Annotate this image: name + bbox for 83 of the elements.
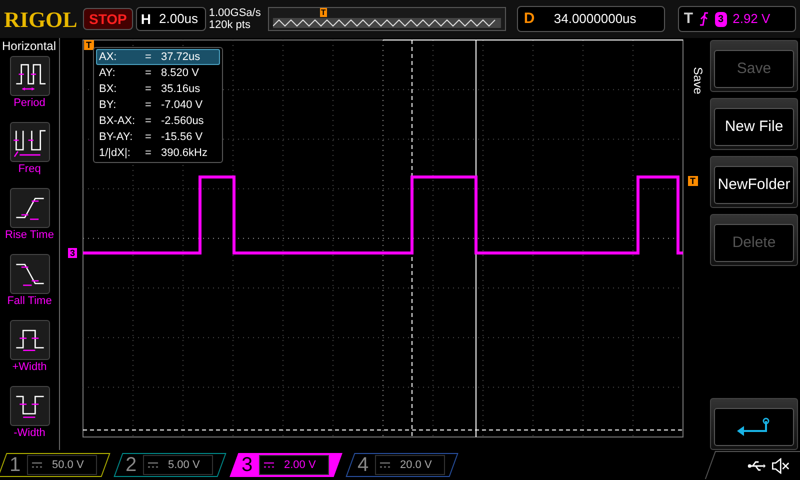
readout-label: BX-AX: [99, 114, 136, 128]
run-status[interactable]: STOP [83, 8, 133, 30]
readout-label: AY: [99, 66, 116, 80]
usb-icon [748, 460, 766, 470]
channel-marker: 3 [68, 248, 78, 258]
delay-display[interactable]: D 34.0000000us [516, 6, 665, 32]
readout-value: 35.16us [161, 82, 200, 96]
readout-row[interactable]: 1/|dX|: = 390.6kHz [96, 145, 220, 161]
measure-button[interactable] [10, 122, 50, 162]
readout-equals: = [145, 114, 152, 128]
readout-equals: = [145, 146, 152, 160]
channel-scale: 50.0 V [52, 458, 84, 473]
return-arrow-icon [736, 417, 772, 437]
menu-title: Horizontal [1, 38, 56, 54]
readout-value: 390.6kHz [161, 146, 208, 160]
readout-row[interactable]: AY: = 8.520 V [96, 65, 220, 81]
measure-button[interactable] [10, 188, 50, 228]
timebase-display[interactable]: H 2.00us [136, 7, 206, 31]
trigger-label: T [684, 8, 694, 29]
readout-label: BX: [99, 82, 118, 96]
dc-coupling-icon [380, 462, 390, 468]
channel-tab[interactable]: 2 5.00 V [114, 453, 226, 477]
readout-equals: = [145, 82, 152, 96]
channel-tab[interactable]: 3 2.00 V [230, 453, 342, 477]
measure-label: -Width [14, 426, 46, 440]
trigger-level-marker: T [688, 176, 698, 186]
readout-label: 1/|dX|: [99, 146, 132, 160]
measure-label: Rise Time [5, 228, 54, 242]
readout-equals: = [145, 130, 152, 144]
trigger-display[interactable]: T 3 2.92 V [678, 6, 796, 32]
brand-logo: RIGOL [4, 6, 78, 34]
delay-value: 34.0000000us [554, 10, 636, 28]
readout-equals: = [145, 50, 152, 64]
channel-scale: 20.0 V [400, 458, 432, 473]
measure-label: Freq [18, 162, 41, 176]
measure-button[interactable] [10, 386, 50, 426]
trigger-position-marker: T [84, 40, 94, 50]
back-button[interactable] [714, 408, 794, 446]
measure-button[interactable] [10, 254, 50, 294]
speaker-muted-icon [772, 458, 790, 474]
readout-value: -7.040 V [161, 98, 203, 112]
measure-label: Fall Time [7, 294, 52, 308]
dc-coupling-icon [32, 462, 42, 468]
channel-number: 2 [124, 453, 138, 478]
readout-value: -15.56 V [161, 130, 203, 144]
readout-label: BY-AY: [99, 130, 134, 144]
channel-tab[interactable]: 4 20.0 V [346, 453, 458, 477]
readout-row[interactable]: BX-AX: = -2.560us [96, 113, 220, 129]
trigger-source: 3 [715, 12, 727, 26]
softkey-button[interactable]: NewFolder [714, 166, 794, 204]
measure-button[interactable] [10, 320, 50, 360]
readout-equals: = [145, 98, 152, 112]
readout-label: AX: [99, 50, 118, 64]
channel-scale: 5.00 V [168, 458, 200, 473]
timebase-label: H [140, 10, 151, 28]
readout-value: 8.520 V [161, 66, 199, 80]
softkey-button[interactable]: New File [714, 108, 794, 146]
readout-row[interactable]: BY: = -7.040 V [96, 97, 220, 113]
readout-equals: = [145, 66, 152, 80]
channel-scale: 2.00 V [284, 458, 316, 473]
readout-row[interactable]: BY-AY: = -15.56 V [96, 129, 220, 145]
measure-label: +Width [12, 360, 47, 374]
readout-value: 37.72us [161, 50, 200, 64]
sample-rate: 1.00GSa/s [208, 7, 262, 19]
measure-label: Period [14, 96, 46, 110]
dc-coupling-icon [264, 462, 274, 468]
readout-row[interactable]: BX: = 35.16us [96, 81, 220, 97]
channel-number: 3 [240, 453, 254, 478]
measure-button[interactable] [10, 56, 50, 96]
menu-title: Save [690, 67, 706, 94]
dc-coupling-icon [148, 462, 158, 468]
channel-number: 4 [356, 453, 370, 478]
channel-tab[interactable]: 1 50.0 V [0, 453, 110, 477]
memory-depth: 120k pts [208, 19, 252, 31]
delay-label: D [524, 8, 536, 29]
trigger-level: 2.92 V [732, 10, 770, 28]
readout-row[interactable]: AX: = 37.72us [96, 49, 220, 65]
timebase-value: 2.00us [159, 10, 198, 28]
trigger-position-marker: T [320, 8, 327, 17]
readout-label: BY: [99, 98, 118, 112]
readout-value: -2.560us [161, 114, 204, 128]
rising-edge-icon [699, 12, 710, 26]
channel-number: 1 [8, 453, 22, 478]
